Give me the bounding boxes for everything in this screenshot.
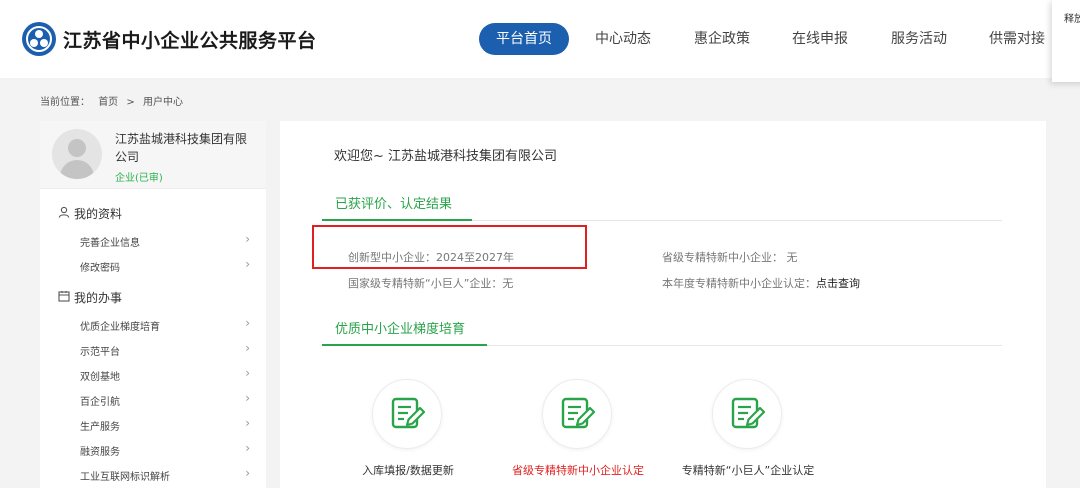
nav-online-apply[interactable]: 在线申报 — [792, 23, 848, 55]
sidebar-item-complete-info[interactable]: 完善企业信息 › — [80, 232, 250, 249]
result-annual-recognition: 本年度专精特新中小企业认定：点击查询 — [662, 277, 860, 290]
nav-center-news[interactable]: 中心动态 — [595, 23, 651, 55]
nav-policy[interactable]: 惠企政策 — [694, 23, 750, 55]
sidebar-item-demo-platform[interactable]: 示范平台 › — [80, 341, 250, 358]
chevron-right-icon: › — [245, 441, 250, 455]
avatar — [52, 129, 102, 179]
card-label[interactable]: 专精特新“小巨人”企业认定 — [671, 462, 825, 478]
user-icon — [58, 206, 72, 221]
breadcrumb-current: 用户中心 — [142, 97, 183, 108]
chevron-right-icon: › — [245, 316, 250, 330]
nav-home[interactable]: 平台首页 — [479, 23, 569, 55]
section-cultivation-title: 优质中小企业梯度培育 — [335, 322, 466, 337]
chevron-right-icon: › — [245, 391, 250, 405]
company-name: 江苏盐城港科技集团有限公司 — [115, 132, 248, 164]
breadcrumb-home[interactable]: 首页 — [98, 97, 118, 108]
sidebar-section-profile: 我的资料 — [58, 205, 122, 222]
user-card: 江苏盐城港科技集团有限公司 企业(已审) — [40, 121, 266, 189]
card-label[interactable]: 入库填报/数据更新 — [331, 462, 485, 478]
sidebar-item-innovation-base[interactable]: 双创基地 › — [80, 366, 250, 383]
result-provincial-specialized: 省级专精特新中小企业： 无 — [662, 251, 798, 264]
sidebar-item-change-password[interactable]: 修改密码 › — [80, 257, 250, 274]
section-cultivation-underline — [322, 344, 487, 346]
popup-text: 释放 — [1064, 14, 1080, 25]
breadcrumb: 当前位置： 首页 > 用户中心 — [40, 93, 188, 108]
sidebar-item-identifier-resolution[interactable]: 工业互联网标识解析 › — [80, 466, 250, 483]
sidebar-section-title: 我的资料 — [74, 207, 123, 221]
result-little-giant: 国家级专精特新“小巨人”企业：无 — [348, 277, 514, 290]
nav-service-activities[interactable]: 服务活动 — [891, 23, 947, 55]
form-edit-icon[interactable] — [542, 379, 612, 449]
logo-icon[interactable] — [22, 22, 56, 56]
nav-supply-demand[interactable]: 供需对接 — [989, 23, 1045, 55]
site-title[interactable]: 江苏省中小企业公共服务平台 — [63, 26, 317, 53]
chevron-right-icon: › — [245, 257, 250, 271]
sidebar: 江苏盐城港科技集团有限公司 企业(已审) 我的资料 完善企业信息 › 修改密码 › … — [40, 121, 266, 488]
section-results-title: 已获评价、认定结果 — [335, 197, 453, 212]
card-label[interactable]: 省级专精特新中小企业认定 — [501, 462, 655, 478]
sidebar-item-financing[interactable]: 融资服务 › — [80, 441, 250, 458]
chevron-right-icon: › — [245, 366, 250, 380]
company-status-badge: 企业(已审) — [115, 173, 163, 184]
calendar-icon — [58, 290, 72, 305]
welcome-text: 欢迎您~ 江苏盐城港科技集团有限公司 — [334, 149, 558, 164]
chevron-right-icon: › — [245, 466, 250, 480]
breadcrumb-label: 当前位置： — [40, 97, 90, 108]
chevron-right-icon: › — [245, 341, 250, 355]
sidebar-item-cultivation[interactable]: 优质企业梯度培育 › — [80, 316, 250, 333]
sidebar-item-guidance[interactable]: 百企引航 › — [80, 391, 250, 408]
sidebar-section-title: 我的办事 — [74, 291, 123, 305]
sidebar-item-production-service[interactable]: 生产服务 › — [80, 416, 250, 433]
header: 江苏省中小企业公共服务平台 平台首页 中心动态 惠企政策 在线申报 服务活动 供… — [0, 0, 1080, 78]
section-results-underline — [322, 219, 472, 221]
breadcrumb-separator: > — [126, 97, 135, 108]
sidebar-section-affairs: 我的办事 — [58, 289, 122, 306]
main-panel: 欢迎您~ 江苏盐城港科技集团有限公司 已获评价、认定结果 创新型中小企业：202… — [280, 121, 1046, 488]
form-edit-icon[interactable] — [712, 379, 782, 449]
side-popup[interactable]: 释放 — [1052, 0, 1080, 82]
chevron-right-icon: › — [245, 232, 250, 246]
query-link[interactable]: 点击查询 — [816, 277, 860, 290]
highlight-box — [312, 225, 587, 269]
chevron-right-icon: › — [245, 416, 250, 430]
form-edit-icon[interactable] — [372, 379, 442, 449]
